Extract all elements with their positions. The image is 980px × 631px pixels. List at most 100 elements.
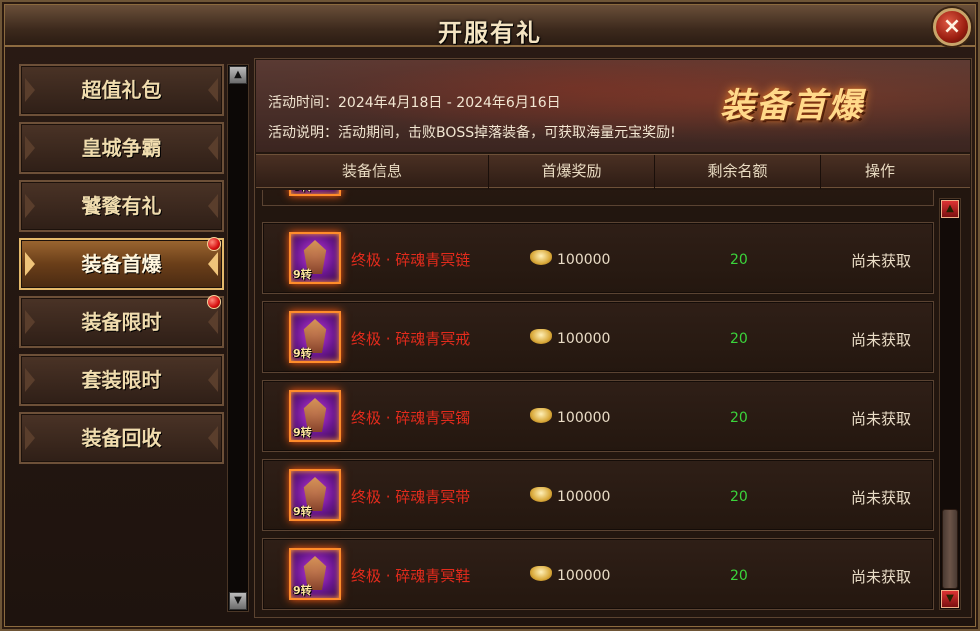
triangle-down-icon: ▼ bbox=[946, 593, 954, 604]
list-scroll-down-button[interactable]: ▼ bbox=[941, 590, 959, 608]
triangle-down-icon: ▼ bbox=[234, 595, 242, 606]
table-row-partial: 9转 bbox=[262, 190, 934, 206]
triangle-up-icon: ▲ bbox=[234, 69, 242, 80]
reward-amount: 100000 bbox=[557, 568, 611, 584]
list-scroll-up-button[interactable]: ▲ bbox=[941, 200, 959, 218]
menu-item-limited-equipment[interactable]: 装备限时 bbox=[19, 295, 224, 348]
arrow-right-icon bbox=[208, 252, 218, 276]
menu-scrollbar[interactable]: ▲ ▼ bbox=[227, 64, 249, 612]
banner-title: 装备首爆 bbox=[720, 86, 864, 126]
table-row: 9转 终极 · 碎魂青冥带 100000 20 尚未获取 bbox=[262, 459, 934, 531]
equipment-name: 终极 · 碎魂青冥镯 bbox=[351, 409, 471, 427]
action-status: 尚未获取 bbox=[851, 568, 912, 586]
reward-amount: 100000 bbox=[557, 410, 611, 426]
header-action: 操作 bbox=[864, 162, 895, 180]
arrow-left-icon bbox=[25, 136, 35, 160]
content-panel: 活动时间：2024年4月18日 - 2024年6月16日 活动说明：活动期间，击… bbox=[254, 58, 972, 618]
table-row: 9转 终极 · 碎魂青冥链 100000 20 尚未获取 bbox=[262, 222, 934, 294]
remaining-quota: 20 bbox=[730, 489, 748, 505]
header-equipment-info: 装备信息 bbox=[256, 155, 489, 189]
table-row: 9转 终极 · 碎魂青冥鞋 100000 20 尚未获取 bbox=[262, 538, 934, 610]
table-row: 9转 终极 · 碎魂青冥镯 100000 20 尚未获取 bbox=[262, 380, 934, 452]
notification-dot-icon bbox=[207, 237, 221, 251]
gold-ingot-icon bbox=[530, 329, 552, 344]
arrow-left-icon bbox=[25, 252, 35, 276]
table-row: 9转 终极 · 碎魂青冥戒 100000 20 尚未获取 bbox=[262, 301, 934, 373]
menu-item-first-drop[interactable]: 装备首爆 bbox=[19, 237, 224, 290]
ring-icon[interactable]: 9转 bbox=[289, 311, 341, 363]
equipment-name: 终极 · 碎魂青冥鞋 bbox=[351, 567, 471, 585]
close-icon: × bbox=[942, 14, 962, 39]
event-window: 开服有礼 × 超值礼包 皇城争霸 饕餮有礼 装备首爆 装备限时 套装限时 装备回… bbox=[0, 0, 980, 631]
triangle-up-icon: ▲ bbox=[946, 203, 954, 214]
menu-item-label: 超值礼包 bbox=[81, 78, 162, 102]
gold-ingot-icon bbox=[530, 487, 552, 502]
arrow-right-icon bbox=[208, 78, 218, 102]
necklace-icon[interactable]: 9转 bbox=[289, 232, 341, 284]
menu-item-label: 套装限时 bbox=[81, 368, 162, 392]
arrow-right-icon bbox=[208, 426, 218, 450]
header-first-drop-reward: 首爆奖励 bbox=[489, 155, 655, 189]
header-remaining-quota: 剩余名额 bbox=[655, 155, 821, 189]
equipment-name: 终极 · 碎魂青冥链 bbox=[351, 251, 471, 269]
title-bar: 开服有礼 × bbox=[5, 5, 975, 47]
gold-ingot-icon bbox=[530, 250, 552, 265]
remaining-quota: 20 bbox=[730, 410, 748, 426]
arrow-left-icon bbox=[25, 78, 35, 102]
event-description: 活动说明：活动期间，击败BOSS掉落装备，可获取海量元宝奖励! bbox=[268, 125, 676, 141]
equipment-name: 终极 · 碎魂青冥带 bbox=[351, 488, 471, 506]
menu-item-value-pack[interactable]: 超值礼包 bbox=[19, 64, 224, 116]
menu-item-taotie-gift[interactable]: 饕餮有礼 bbox=[19, 180, 224, 232]
arrow-right-icon bbox=[208, 136, 218, 160]
menu-item-label: 装备回收 bbox=[81, 426, 162, 450]
arrow-left-icon bbox=[25, 426, 35, 450]
menu-item-label: 饕餮有礼 bbox=[81, 194, 162, 218]
notification-dot-icon bbox=[207, 295, 221, 309]
side-menu: 超值礼包 皇城争霸 饕餮有礼 装备首爆 装备限时 套装限时 装备回收 bbox=[14, 58, 229, 618]
arrow-left-icon bbox=[25, 194, 35, 218]
boots-icon[interactable]: 9转 bbox=[289, 548, 341, 600]
reward-amount: 100000 bbox=[557, 489, 611, 505]
menu-item-equipment-recycle[interactable]: 装备回收 bbox=[19, 412, 224, 464]
reward-amount: 100000 bbox=[557, 252, 611, 268]
tier-label: 9转 bbox=[293, 347, 312, 360]
tier-label: 9转 bbox=[293, 426, 312, 439]
menu-item-limited-set[interactable]: 套装限时 bbox=[19, 354, 224, 406]
tier-label: 9转 bbox=[293, 505, 312, 518]
gold-ingot-icon bbox=[530, 566, 552, 581]
action-status: 尚未获取 bbox=[851, 331, 912, 349]
tier-label: 9转 bbox=[293, 190, 312, 194]
remaining-quota: 20 bbox=[730, 568, 748, 584]
tier-label: 9转 bbox=[293, 268, 312, 281]
event-banner: 活动时间：2024年4月18日 - 2024年6月16日 活动说明：活动期间，击… bbox=[256, 60, 970, 152]
menu-item-castle-war[interactable]: 皇城争霸 bbox=[19, 122, 224, 174]
scroll-down-button[interactable]: ▼ bbox=[229, 592, 247, 610]
list-scrollbar[interactable]: ▲ ▼ bbox=[939, 198, 961, 610]
equipment-name: 终极 · 碎魂青冥戒 bbox=[351, 330, 471, 348]
arrow-right-icon bbox=[208, 368, 218, 392]
remaining-quota: 20 bbox=[730, 331, 748, 347]
arrow-left-icon bbox=[25, 310, 35, 334]
scroll-up-button[interactable]: ▲ bbox=[229, 66, 247, 84]
action-status: 尚未获取 bbox=[851, 410, 912, 428]
belt-icon[interactable]: 9转 bbox=[289, 469, 341, 521]
event-time: 活动时间：2024年4月18日 - 2024年6月16日 bbox=[268, 95, 561, 111]
action-status: 尚未获取 bbox=[851, 252, 912, 270]
gold-ingot-icon bbox=[530, 408, 552, 423]
equipment-list: 9转 9转 终极 · 碎魂青冥链 100000 20 尚未获取 9转 bbox=[256, 190, 940, 616]
tier-label: 9转 bbox=[293, 584, 312, 597]
action-status: 尚未获取 bbox=[851, 489, 912, 507]
remaining-quota: 20 bbox=[730, 252, 748, 268]
menu-item-label: 装备首爆 bbox=[81, 252, 162, 276]
reward-amount: 100000 bbox=[557, 331, 611, 347]
equipment-icon[interactable]: 9转 bbox=[289, 190, 341, 196]
window-title: 开服有礼 bbox=[438, 18, 542, 47]
arrow-left-icon bbox=[25, 368, 35, 392]
arrow-right-icon bbox=[208, 310, 218, 334]
scroll-thumb[interactable] bbox=[942, 509, 958, 589]
close-button[interactable]: × bbox=[933, 8, 971, 46]
menu-item-label: 皇城争霸 bbox=[81, 136, 162, 160]
menu-item-label: 装备限时 bbox=[81, 310, 162, 334]
table-header: 装备信息 首爆奖励 剩余名额 操作 bbox=[256, 154, 970, 189]
bracelet-icon[interactable]: 9转 bbox=[289, 390, 341, 442]
